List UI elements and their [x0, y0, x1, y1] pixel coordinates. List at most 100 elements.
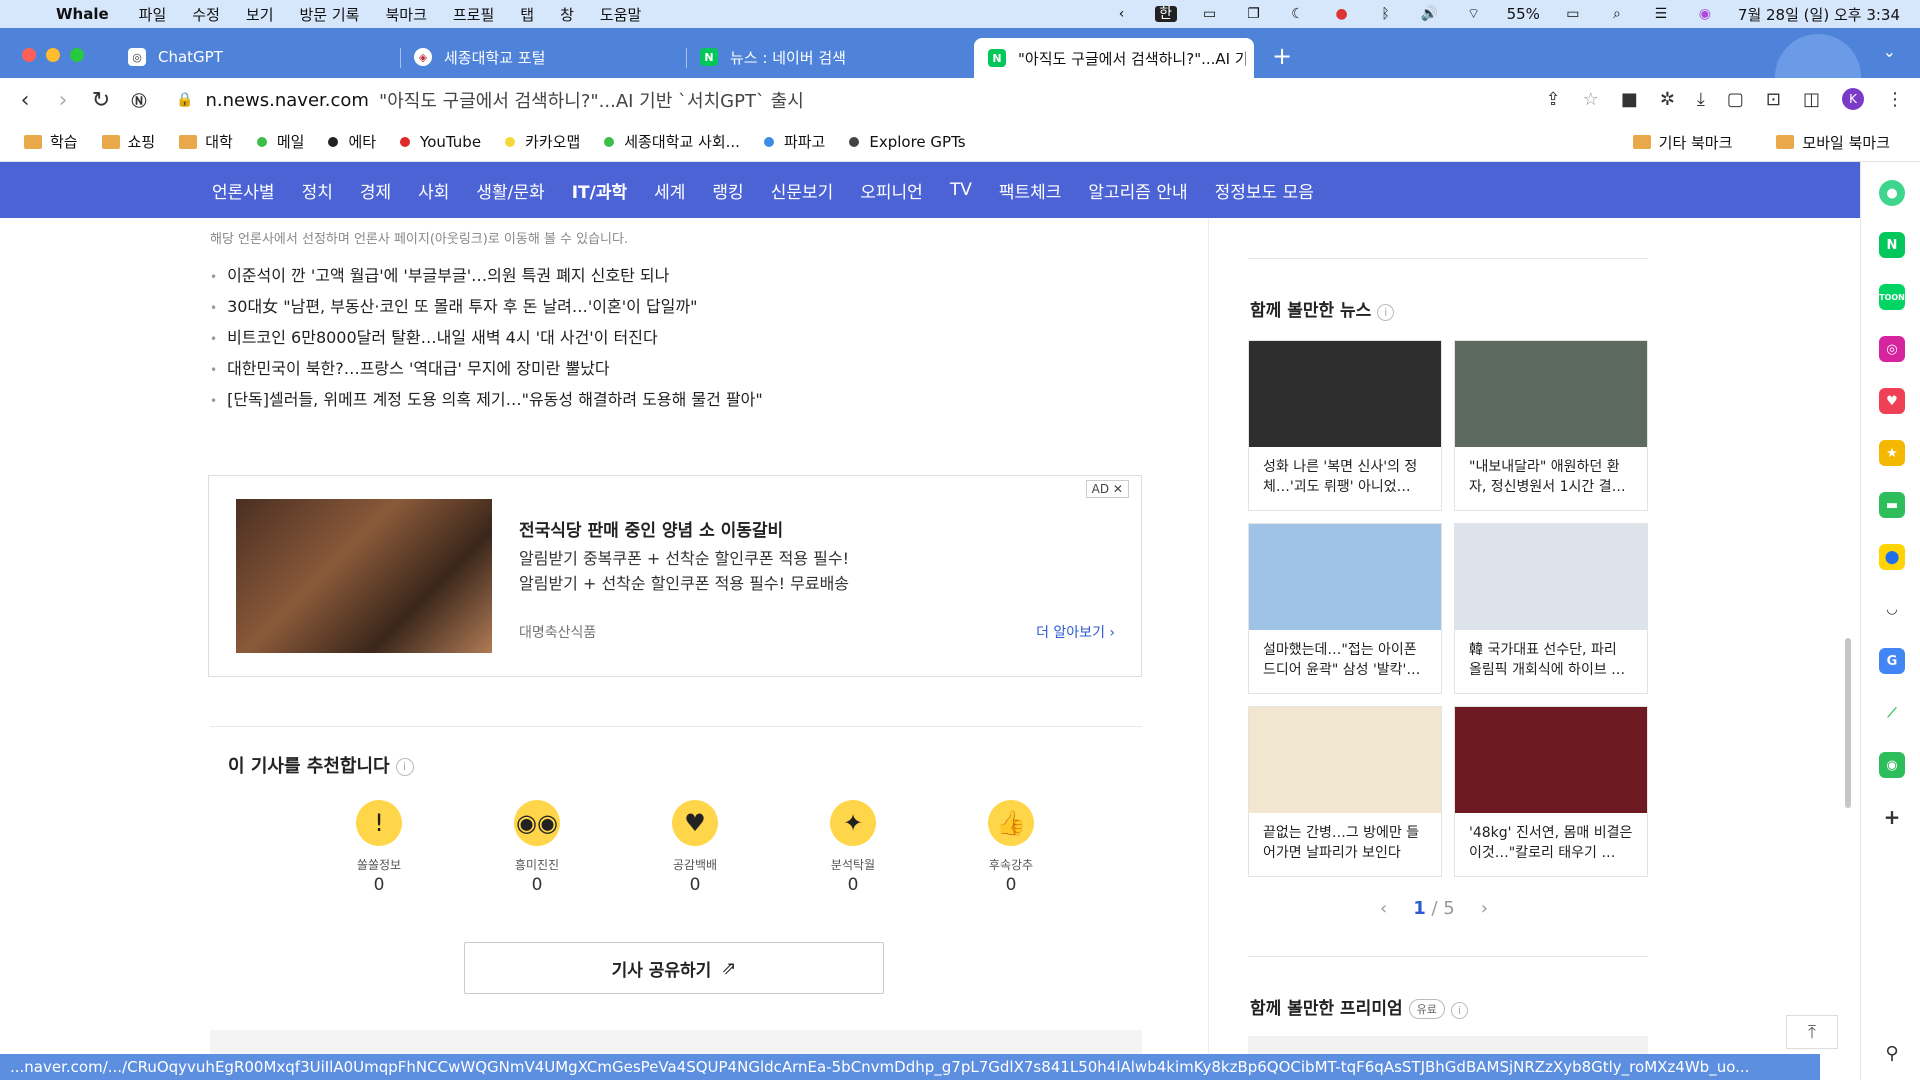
menu-edit[interactable]: 수정 — [192, 4, 220, 25]
news-caption[interactable]: 韓 국가대표 선수단, 파리 올림픽 개회식에 하이브 … — [1455, 630, 1647, 694]
address-bar[interactable]: 🔒 n.news.naver.com "아직도 구글에서 검색하니?"...AI… — [176, 86, 1496, 114]
wifi-icon[interactable]: ⌔ — [1463, 6, 1485, 22]
headline-link[interactable]: 이준석이 깐 '고액 월급'에 '부글부글'…의원 특권 폐지 신호탄 되나 — [210, 262, 763, 293]
news-caption[interactable]: 성화 나른 '복면 신사'의 정체…'괴도 뤼팽' 아니었… — [1249, 447, 1441, 511]
bluetooth-icon[interactable]: ᛒ — [1375, 6, 1397, 22]
share-icon[interactable]: ⇪ — [1546, 89, 1561, 110]
related-news-card[interactable]: "내보내달라" 애원하던 환자, 정신병원서 1시간 결… — [1454, 340, 1648, 511]
tab-active-article[interactable]: N "아직도 구글에서 검색하니?"...AI 기 — [974, 38, 1254, 78]
section-tab-it-science[interactable]: IT/과학 — [571, 178, 628, 222]
naver-band-icon[interactable]: ◉ — [1879, 752, 1905, 778]
bookmark-youtube[interactable]: YouTube — [400, 133, 481, 151]
reaction-useful[interactable]: ! 쏠쏠정보 0 — [300, 800, 458, 895]
spotlight-search-icon[interactable]: ⌕ — [1606, 6, 1628, 22]
minimize-window-button[interactable] — [46, 48, 60, 62]
split-view-icon[interactable]: ◫ — [1803, 89, 1820, 110]
scroll-to-top-button[interactable]: ⤒ — [1786, 1015, 1838, 1049]
map-pin-icon[interactable]: ⬤ — [1879, 544, 1905, 570]
section-tab-by-press[interactable]: 언론사별 — [212, 178, 275, 203]
next-page-icon[interactable]: › — [1481, 898, 1488, 919]
picture-in-picture-icon[interactable]: ▢ — [1727, 89, 1744, 110]
prev-page-icon[interactable]: ‹ — [1380, 898, 1387, 919]
pocket-icon[interactable]: ♥ — [1879, 388, 1905, 414]
related-news-card[interactable]: 설마했는데…"접는 아이폰 드디어 윤곽" 삼성 '발칵'… — [1248, 523, 1442, 694]
reload-icon[interactable]: ↻ — [82, 88, 120, 113]
reaction-analysis[interactable]: ✦ 분석탁월 0 — [774, 800, 932, 895]
section-tab-ranking[interactable]: 랭킹 — [712, 178, 743, 203]
add-sidebar-icon[interactable]: + — [1879, 804, 1905, 830]
menu-bookmarks[interactable]: 북마크 — [385, 4, 426, 25]
headline-link[interactable]: [단독]셀러들, 위메프 계정 도용 의혹 제기…"유동성 해결하려 도용해 물… — [210, 386, 763, 417]
news-thumbnail[interactable] — [1249, 341, 1441, 447]
headline-link[interactable]: 비트코인 6만8000달러 탈환…내일 새벽 4시 '대 사건'이 터진다 — [210, 324, 763, 355]
page-scrollbar[interactable] — [1845, 638, 1851, 808]
section-tab-corrections[interactable]: 정정보도 모음 — [1215, 178, 1314, 203]
share-article-button[interactable]: 기사 공유하기 ⇗ — [464, 942, 884, 994]
naver-home-icon[interactable]: Ⓝ — [120, 90, 158, 111]
ad-galbi-image[interactable] — [236, 499, 492, 653]
news-caption[interactable]: '48kg' 진서연, 몸매 비결은 이것…"칼로리 태우기 … — [1455, 813, 1647, 877]
reaction-follow-up[interactable]: 👍 후속강추 0 — [932, 800, 1090, 895]
reaction-interesting[interactable]: ◉◉ 흥미진진 0 — [458, 800, 616, 895]
related-news-card[interactable]: 성화 나른 '복면 신사'의 정체…'괴도 뤼팽' 아니었… — [1248, 340, 1442, 511]
info-icon[interactable]: i — [395, 758, 414, 776]
section-tab-economy[interactable]: 경제 — [360, 178, 391, 203]
tab-list-chevron-icon[interactable]: ⌄ — [1883, 42, 1896, 61]
translate-icon[interactable]: G — [1879, 648, 1905, 674]
menu-help[interactable]: 도움말 — [600, 4, 641, 25]
instagram-icon[interactable]: ◎ — [1879, 336, 1905, 362]
bookmark-folder-study[interactable]: 학습 — [24, 131, 78, 152]
section-tab-world[interactable]: 세계 — [654, 178, 685, 203]
webtoon-icon[interactable]: TOON — [1879, 284, 1905, 310]
bookmark-mail[interactable]: 메일 — [256, 131, 304, 152]
section-tab-society[interactable]: 사회 — [418, 178, 449, 203]
section-tab-life-culture[interactable]: 생활/문화 — [476, 178, 544, 203]
forward-arrow-icon[interactable]: › — [44, 88, 82, 113]
menu-tab[interactable]: 탭 — [520, 4, 534, 25]
reaction-empathy[interactable]: ♥ 공감백배 0 — [616, 800, 774, 895]
smile-icon[interactable]: ◡ — [1879, 596, 1905, 622]
bookmark-star-icon[interactable]: ☆ — [1583, 89, 1599, 110]
naver-sidebar-icon[interactable]: N — [1879, 232, 1905, 258]
profile-avatar[interactable]: K — [1842, 88, 1864, 110]
ad-banner[interactable]: AD ✕ 전국식당 판매 중인 양념 소 이동갈비 알림받기 중복쿠폰 + 선착… — [208, 475, 1142, 677]
volume-icon[interactable]: 🔊 — [1419, 6, 1441, 22]
ad-close-badge[interactable]: AD ✕ — [1085, 480, 1129, 498]
section-tab-algorithm[interactable]: 알고리즘 안내 — [1088, 178, 1187, 203]
bookmark-folder-mobile[interactable]: 모바일 북마크 — [1776, 132, 1890, 153]
video-camera-icon[interactable]: ■ — [1621, 89, 1638, 110]
bookmark-everytime[interactable]: 에타 — [328, 131, 376, 152]
bookmark-explore-gpts[interactable]: Explore GPTs — [849, 133, 966, 151]
info-icon[interactable]: i — [1450, 1002, 1468, 1019]
close-window-button[interactable] — [22, 48, 36, 62]
tab-naver-search[interactable]: N 뉴스 : 네이버 검색 — [700, 40, 846, 74]
zoom-window-button[interactable] — [70, 48, 84, 62]
related-news-card[interactable]: '48kg' 진서연, 몸매 비결은 이것…"칼로리 태우기 … — [1454, 706, 1648, 877]
capture-icon[interactable]: ⊡ — [1766, 89, 1781, 110]
windows-icon[interactable]: ❐ — [1243, 6, 1265, 22]
menu-profile[interactable]: 프로필 — [453, 4, 494, 25]
menu-file[interactable]: 파일 — [139, 4, 167, 25]
section-tab-newspaper[interactable]: 신문보기 — [771, 178, 834, 203]
news-thumbnail[interactable] — [1455, 707, 1647, 813]
section-tab-factcheck[interactable]: 팩트체크 — [999, 178, 1062, 203]
siri-icon[interactable]: ◉ — [1694, 6, 1716, 22]
tab-sejong-portal[interactable]: ◈ 세종대학교 포털 — [414, 40, 545, 74]
headline-link[interactable]: 30대女 "남편, 부동산·코인 또 몰래 투자 후 돈 날려…'이혼'이 답일… — [210, 293, 763, 324]
news-thumbnail[interactable] — [1455, 341, 1647, 447]
news-caption[interactable]: 설마했는데…"접는 아이폰 드디어 윤곽" 삼성 '발칵'… — [1249, 630, 1441, 694]
card-icon[interactable]: ▬ — [1879, 492, 1905, 518]
news-caption[interactable]: "내보내달라" 애원하던 환자, 정신병원서 1시간 결… — [1455, 447, 1647, 511]
menu-view[interactable]: 보기 — [246, 4, 274, 25]
notification-icon[interactable]: ● — [1331, 6, 1353, 22]
bookmark-kakaomap[interactable]: 카카오맵 — [505, 131, 580, 152]
favorites-star-icon[interactable]: ★ — [1879, 440, 1905, 466]
news-thumbnail[interactable] — [1455, 524, 1647, 630]
more-menu-icon[interactable]: ⋮ — [1886, 89, 1904, 110]
chevron-left-icon[interactable]: ‹ — [1111, 6, 1133, 22]
bookmark-sejong-social[interactable]: 세종대학교 사회... — [604, 131, 740, 152]
bookmark-folder-university[interactable]: 대학 — [179, 131, 233, 152]
control-center-icon[interactable]: ☰ — [1650, 6, 1672, 22]
section-tab-opinion[interactable]: 오피니언 — [860, 178, 923, 203]
extensions-icon[interactable]: ✲ — [1660, 89, 1675, 110]
